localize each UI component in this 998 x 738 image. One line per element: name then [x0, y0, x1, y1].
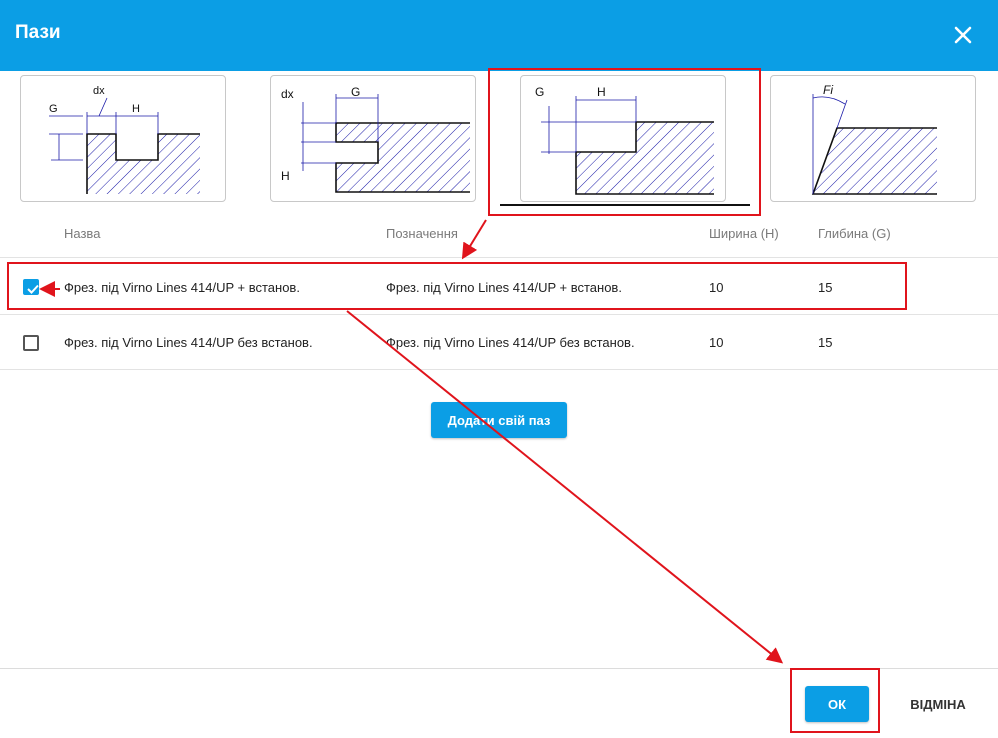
groove-type-side-slot[interactable]: dx G H: [270, 75, 476, 202]
diagram-label-dx: dx: [281, 87, 294, 101]
groove-type-rectangular-offset[interactable]: G dx H: [20, 75, 226, 202]
footer-divider: [0, 668, 998, 669]
row-depth: 15: [818, 280, 833, 295]
cancel-button[interactable]: ВІДМІНА: [895, 686, 981, 722]
diagram-label-fi: Fi: [823, 83, 833, 97]
groove-type-bevel[interactable]: Fi: [770, 75, 976, 202]
ok-button[interactable]: ОК: [805, 686, 869, 722]
dialog-title: Пази: [15, 22, 61, 43]
diagram-label-h: H: [597, 85, 606, 99]
dialog-titlebar: Пази: [0, 0, 998, 71]
row-designation: Фрез. під Virno Lines 414/UP + встанов.: [386, 280, 622, 295]
checkmark-icon: [27, 284, 39, 294]
diagram-label-h: H: [132, 103, 140, 115]
add-custom-groove-button[interactable]: Додати свій паз: [431, 402, 567, 438]
table-divider: [0, 257, 998, 258]
arrow-to-ok: [346, 310, 784, 664]
row-designation: Фрез. під Virno Lines 414/UP без встанов…: [386, 335, 635, 350]
column-header-designation: Позначення: [386, 226, 458, 241]
column-header-depth: Глибина (G): [818, 226, 891, 241]
selected-diagram-underline: [500, 204, 750, 206]
row-name: Фрез. під Virno Lines 414/UP + встанов.: [64, 280, 300, 295]
diagram-label-g: G: [49, 103, 58, 115]
row-width: 10: [709, 335, 724, 350]
row-checkbox[interactable]: [23, 279, 39, 295]
row-width: 10: [709, 280, 724, 295]
table-divider: [0, 369, 998, 370]
row-checkbox[interactable]: [23, 335, 39, 351]
diagram-label-h: H: [281, 169, 290, 183]
arrow-to-row: [461, 219, 487, 260]
groove-type-edge-rebate[interactable]: G H: [520, 75, 726, 202]
diagram-label-g: G: [535, 85, 544, 99]
table-divider: [0, 314, 998, 315]
diagram-label-g: G: [351, 85, 360, 99]
row-depth: 15: [818, 335, 833, 350]
column-header-name: Назва: [64, 226, 101, 241]
diagram-label-dx: dx: [93, 85, 105, 97]
close-icon[interactable]: [950, 22, 976, 48]
row-name: Фрез. під Virno Lines 414/UP без встанов…: [64, 335, 313, 350]
column-header-width: Ширина (H): [709, 226, 779, 241]
